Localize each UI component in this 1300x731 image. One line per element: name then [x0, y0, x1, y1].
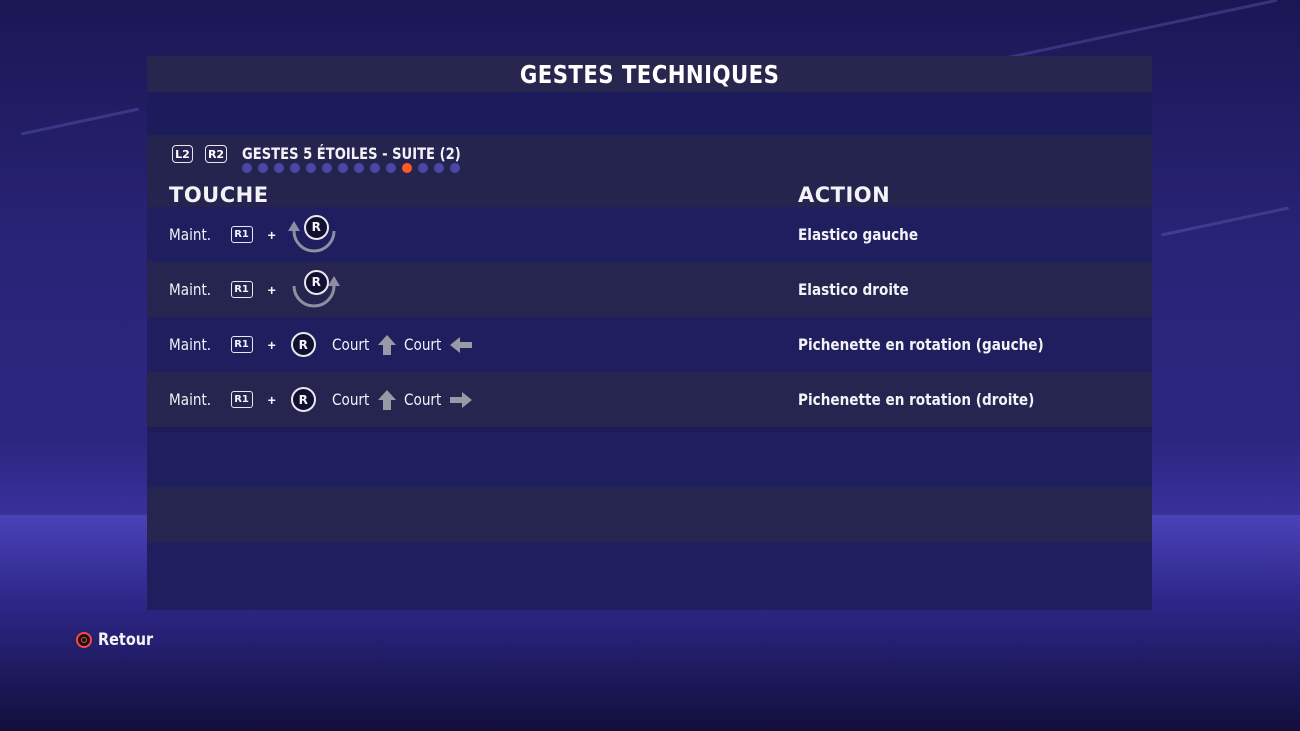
category-title: GESTES 5 ÉTOILES - SUITE (2) [242, 144, 461, 163]
column-header-touche: TOUCHE [169, 183, 269, 207]
table-row[interactable]: Maint. R1 + R Elastico droite [147, 262, 1152, 317]
plus-sign: + [267, 226, 276, 243]
r1-button-icon: R1 [230, 336, 253, 353]
page-dot [386, 163, 396, 173]
l2-button-icon[interactable]: L2 [172, 145, 193, 163]
empty-row [147, 432, 1152, 487]
action-label: Elastico droite [798, 280, 909, 299]
action-label: Pichenette en rotation (droite) [798, 390, 1035, 409]
column-header-action: ACTION [798, 183, 891, 207]
flick-label: Court [403, 335, 442, 354]
page-dot [370, 163, 380, 173]
background-streak [1161, 206, 1289, 237]
page-dot [450, 163, 460, 173]
page-dot [306, 163, 316, 173]
background-streak [20, 107, 140, 136]
page-dot [322, 163, 332, 173]
rotate-left-gesture-icon: R [287, 214, 340, 255]
page-dot [274, 163, 284, 173]
right-stick-icon: R [290, 332, 316, 357]
background-streak [982, 0, 1278, 65]
page-dot [242, 163, 252, 173]
plus-sign: + [267, 281, 276, 298]
right-stick-icon: R [303, 214, 329, 240]
empty-row [147, 542, 1152, 610]
r1-button-icon: R1 [230, 281, 253, 298]
action-cell: Pichenette en rotation (gauche) [798, 317, 1087, 372]
rotate-right-gesture-icon: R [288, 269, 340, 310]
page-dot-active [402, 163, 412, 173]
flick-label: Court [331, 335, 370, 354]
spacer-band [147, 92, 1152, 135]
table-row[interactable]: Maint. R1 + R Court Court Pichenette en … [147, 317, 1152, 372]
action-cell: Elastico gauche [798, 207, 939, 262]
r2-button-icon[interactable]: R2 [205, 145, 227, 163]
flick-label: Court [331, 390, 370, 409]
page-dot [434, 163, 444, 173]
plus-sign: + [267, 391, 276, 408]
page-dot [354, 163, 364, 173]
page-indicator [242, 163, 460, 173]
category-header: L2 R2 GESTES 5 ÉTOILES - SUITE (2) TOUCH… [147, 135, 1152, 207]
table-row[interactable]: Maint. R1 + R Court Court Pichenette en … [147, 372, 1152, 427]
input-cell: Maint. R1 + R Court Court [169, 372, 472, 427]
page-dot [338, 163, 348, 173]
empty-row [147, 487, 1152, 542]
skill-moves-panel: GESTES TECHNIQUES L2 R2 GESTES 5 ÉTOILES… [147, 56, 1152, 610]
hold-label: Maint. [169, 225, 212, 244]
r1-button-icon: R1 [230, 391, 253, 408]
back-label: Retour [98, 630, 154, 650]
hold-label: Maint. [169, 390, 212, 409]
moves-table: Maint. R1 + R Elastico gauche Maint. R1 … [147, 207, 1152, 427]
action-label: Pichenette en rotation (gauche) [798, 335, 1044, 354]
input-cell: Maint. R1 + R Court Court [169, 317, 472, 372]
page-dot [418, 163, 428, 173]
right-stick-icon: R [290, 387, 316, 412]
back-button[interactable]: Retour [76, 630, 163, 650]
hold-label: Maint. [169, 335, 212, 354]
action-cell: Pichenette en rotation (droite) [798, 372, 1076, 427]
arrow-left-icon [449, 336, 472, 353]
hold-label: Maint. [169, 280, 212, 299]
r1-button-icon: R1 [230, 226, 253, 243]
arrow-right-icon [449, 391, 472, 408]
action-label: Elastico gauche [798, 225, 919, 244]
title-bar: GESTES TECHNIQUES [147, 56, 1152, 92]
input-cell: Maint. R1 + R [169, 262, 340, 317]
input-cell: Maint. R1 + R [169, 207, 340, 262]
flick-label: Court [403, 390, 442, 409]
circle-button-icon [76, 632, 92, 648]
table-row[interactable]: Maint. R1 + R Elastico gauche [147, 207, 1152, 262]
page-dot [258, 163, 268, 173]
right-stick-icon: R [303, 269, 329, 295]
arrow-up-icon [377, 389, 396, 410]
action-cell: Elastico droite [798, 262, 928, 317]
page-title: GESTES TECHNIQUES [519, 59, 780, 89]
plus-sign: + [267, 336, 276, 353]
arrow-up-icon [377, 334, 396, 355]
page-dot [290, 163, 300, 173]
